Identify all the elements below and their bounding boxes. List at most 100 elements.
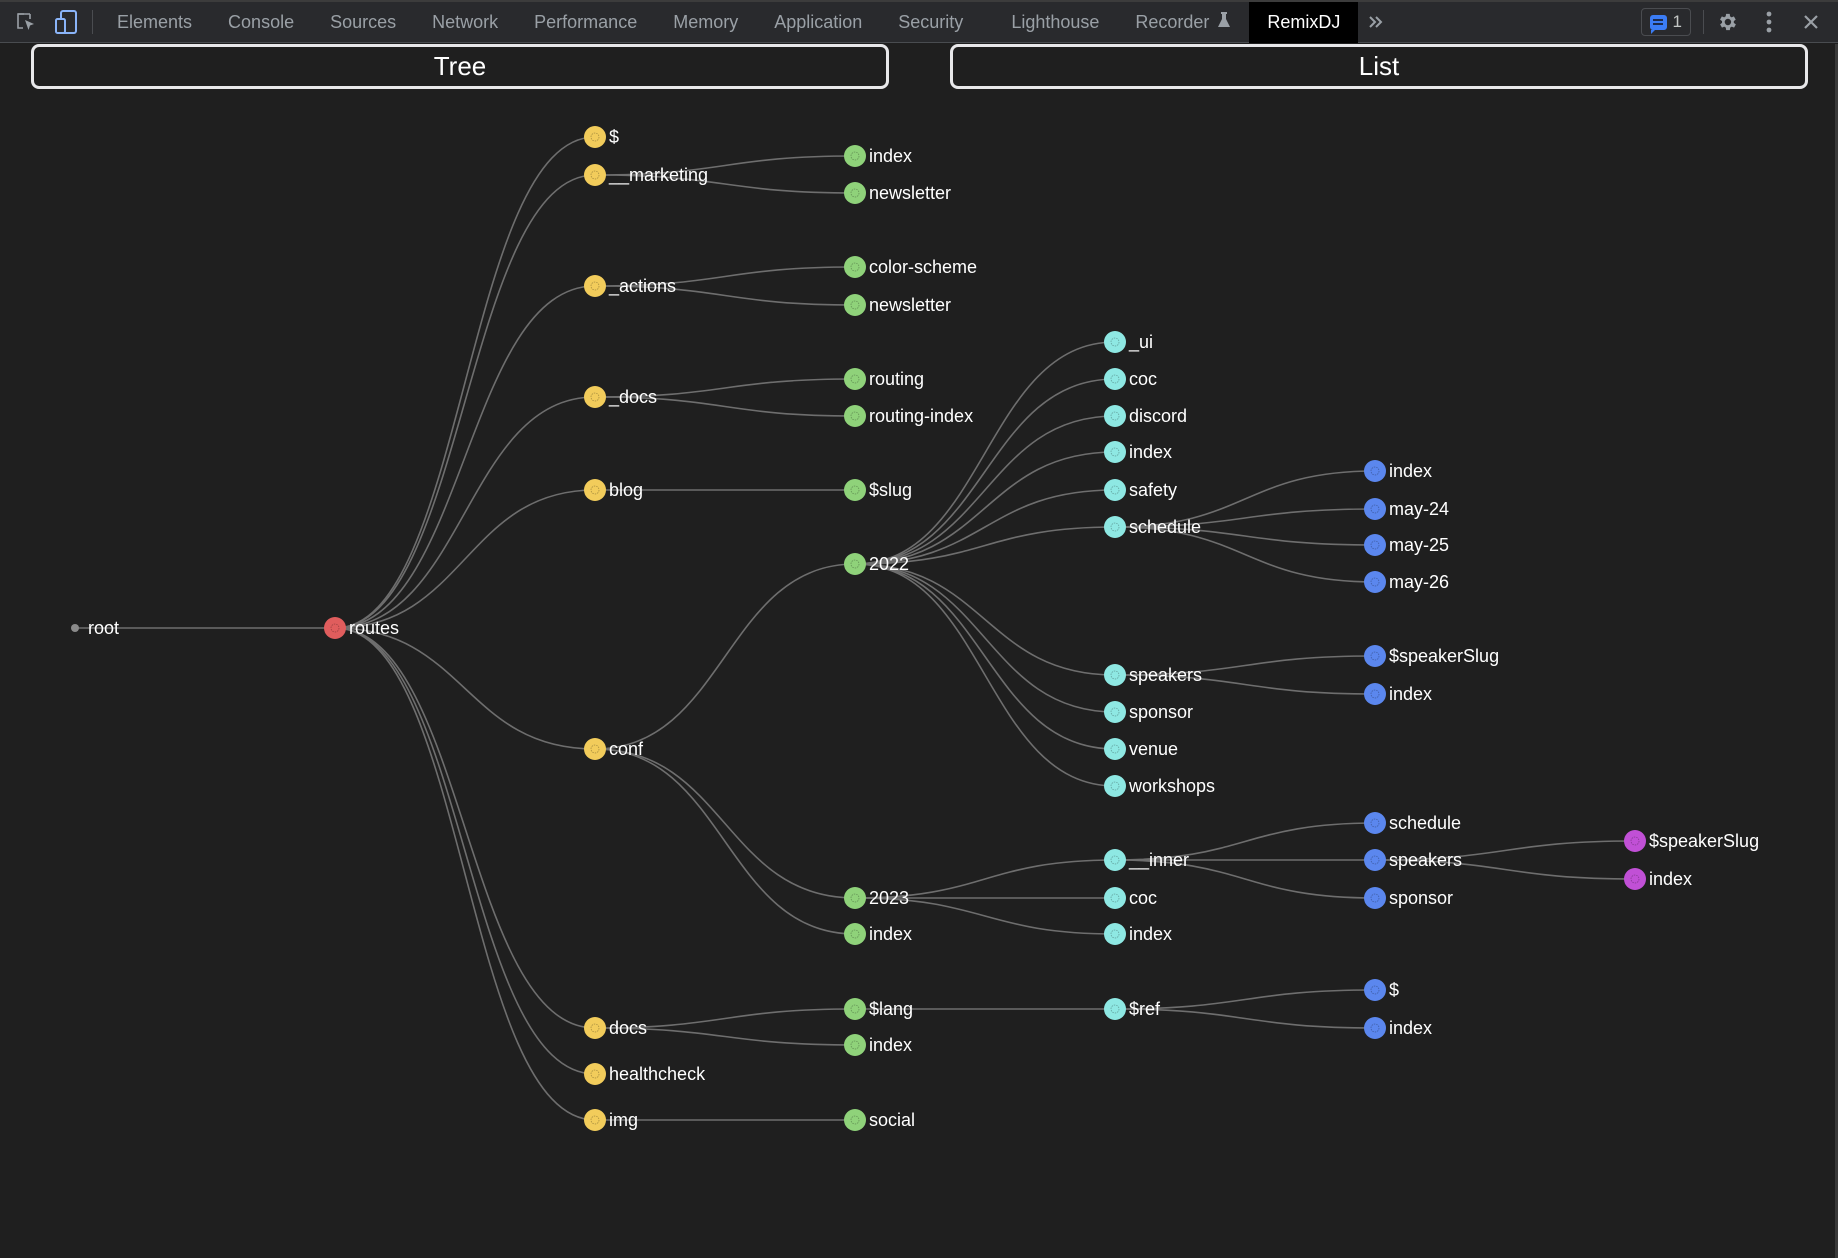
tree-node[interactable]: coc bbox=[1104, 368, 1157, 390]
node-circle[interactable] bbox=[844, 182, 866, 204]
node-circle[interactable] bbox=[584, 164, 606, 186]
node-circle[interactable] bbox=[1104, 775, 1126, 797]
node-circle[interactable] bbox=[1364, 498, 1386, 520]
tree-node[interactable]: newsletter bbox=[844, 294, 951, 316]
tree-node[interactable]: routing-index bbox=[844, 405, 973, 427]
node-circle[interactable] bbox=[1364, 645, 1386, 667]
node-circle[interactable] bbox=[1364, 812, 1386, 834]
node-circle[interactable] bbox=[844, 998, 866, 1020]
node-circle[interactable] bbox=[1364, 683, 1386, 705]
node-circle[interactable] bbox=[1624, 830, 1646, 852]
tree-node[interactable]: venue bbox=[1104, 738, 1178, 760]
node-circle[interactable] bbox=[844, 368, 866, 390]
node-circle[interactable] bbox=[1364, 460, 1386, 482]
node-circle[interactable] bbox=[1624, 868, 1646, 890]
tree-node[interactable]: may-24 bbox=[1364, 498, 1449, 520]
tree-node[interactable]: index bbox=[844, 923, 912, 945]
tree-node[interactable]: index bbox=[1364, 460, 1432, 482]
node-circle[interactable] bbox=[1104, 405, 1126, 427]
node-circle[interactable] bbox=[1104, 701, 1126, 723]
tree-node[interactable]: safety bbox=[1104, 479, 1177, 501]
tree-node[interactable]: speakers bbox=[1364, 849, 1462, 871]
tree-node[interactable]: _docs bbox=[584, 386, 657, 408]
tree-node[interactable]: $slug bbox=[844, 479, 912, 501]
tree-node[interactable]: index bbox=[1624, 868, 1692, 890]
tree-node[interactable]: index bbox=[844, 145, 912, 167]
tree-node[interactable]: healthcheck bbox=[584, 1063, 706, 1085]
node-circle[interactable] bbox=[1104, 479, 1126, 501]
tree-node[interactable]: 2023 bbox=[844, 887, 909, 909]
node-circle[interactable] bbox=[844, 405, 866, 427]
node-circle[interactable] bbox=[1104, 849, 1126, 871]
tree-node[interactable]: __inner bbox=[1104, 849, 1189, 871]
tree-node[interactable]: newsletter bbox=[844, 182, 951, 204]
tree-node[interactable]: social bbox=[844, 1109, 915, 1131]
tree-node[interactable]: routes bbox=[324, 617, 399, 639]
tree-node[interactable]: __marketing bbox=[584, 164, 708, 186]
tree-node[interactable]: img bbox=[584, 1109, 638, 1131]
tree-node[interactable]: index bbox=[1104, 923, 1172, 945]
node-circle[interactable] bbox=[584, 275, 606, 297]
node-circle[interactable] bbox=[1104, 441, 1126, 463]
node-circle[interactable] bbox=[324, 617, 346, 639]
node-circle[interactable] bbox=[584, 479, 606, 501]
tree-node[interactable]: discord bbox=[1104, 405, 1187, 427]
tree-node[interactable]: _actions bbox=[584, 275, 676, 297]
tree-node[interactable]: schedule bbox=[1364, 812, 1461, 834]
node-circle[interactable] bbox=[844, 145, 866, 167]
node-circle[interactable] bbox=[584, 126, 606, 148]
tree-node[interactable]: index bbox=[1104, 441, 1172, 463]
tree-node[interactable]: $ bbox=[584, 126, 619, 148]
tree-node[interactable]: may-25 bbox=[1364, 534, 1449, 556]
node-circle[interactable] bbox=[1364, 849, 1386, 871]
tree-node[interactable]: workshops bbox=[1104, 775, 1215, 797]
tree-node[interactable]: blog bbox=[584, 479, 643, 501]
tree-node[interactable]: $ref bbox=[1104, 998, 1161, 1020]
node-circle[interactable] bbox=[584, 1063, 606, 1085]
tree-node[interactable]: $speakerSlug bbox=[1624, 830, 1759, 852]
node-circle[interactable] bbox=[1364, 887, 1386, 909]
tree-node[interactable]: sponsor bbox=[1364, 887, 1453, 909]
tree-node[interactable]: routing bbox=[844, 368, 924, 390]
tree-node[interactable]: index bbox=[1364, 683, 1432, 705]
node-circle[interactable] bbox=[1104, 516, 1126, 538]
node-circle[interactable] bbox=[1104, 923, 1126, 945]
node-circle[interactable] bbox=[1104, 664, 1126, 686]
node-circle[interactable] bbox=[844, 1109, 866, 1131]
tree-node[interactable]: coc bbox=[1104, 887, 1157, 909]
node-circle[interactable] bbox=[584, 1017, 606, 1039]
tree-node[interactable]: color-scheme bbox=[844, 256, 977, 278]
tree-node[interactable]: sponsor bbox=[1104, 701, 1193, 723]
node-circle[interactable] bbox=[1364, 571, 1386, 593]
node-circle[interactable] bbox=[71, 624, 79, 632]
tree-node[interactable]: schedule bbox=[1104, 516, 1201, 538]
tree-node[interactable]: conf bbox=[584, 738, 644, 760]
node-circle[interactable] bbox=[844, 887, 866, 909]
tree-node[interactable]: index bbox=[1364, 1017, 1432, 1039]
tree-node[interactable]: index bbox=[844, 1034, 912, 1056]
tree-node[interactable]: $speakerSlug bbox=[1364, 645, 1499, 667]
tree-node[interactable]: may-26 bbox=[1364, 571, 1449, 593]
node-circle[interactable] bbox=[584, 386, 606, 408]
node-circle[interactable] bbox=[1104, 368, 1126, 390]
node-circle[interactable] bbox=[1104, 998, 1126, 1020]
node-circle[interactable] bbox=[1104, 331, 1126, 353]
node-circle[interactable] bbox=[844, 923, 866, 945]
tree-node[interactable]: docs bbox=[584, 1017, 647, 1039]
tree-node[interactable]: speakers bbox=[1104, 664, 1202, 686]
node-circle[interactable] bbox=[844, 553, 866, 575]
tree-node[interactable]: _ui bbox=[1104, 331, 1153, 353]
node-circle[interactable] bbox=[584, 738, 606, 760]
node-circle[interactable] bbox=[844, 294, 866, 316]
node-circle[interactable] bbox=[1364, 979, 1386, 1001]
node-circle[interactable] bbox=[1364, 1017, 1386, 1039]
node-circle[interactable] bbox=[1104, 887, 1126, 909]
tree-node[interactable]: $ bbox=[1364, 979, 1399, 1001]
node-circle[interactable] bbox=[1364, 534, 1386, 556]
node-circle[interactable] bbox=[584, 1109, 606, 1131]
node-circle[interactable] bbox=[844, 479, 866, 501]
tree-node-root[interactable]: root bbox=[71, 618, 119, 638]
tree-node[interactable]: $lang bbox=[844, 998, 913, 1020]
node-circle[interactable] bbox=[1104, 738, 1126, 760]
node-circle[interactable] bbox=[844, 256, 866, 278]
